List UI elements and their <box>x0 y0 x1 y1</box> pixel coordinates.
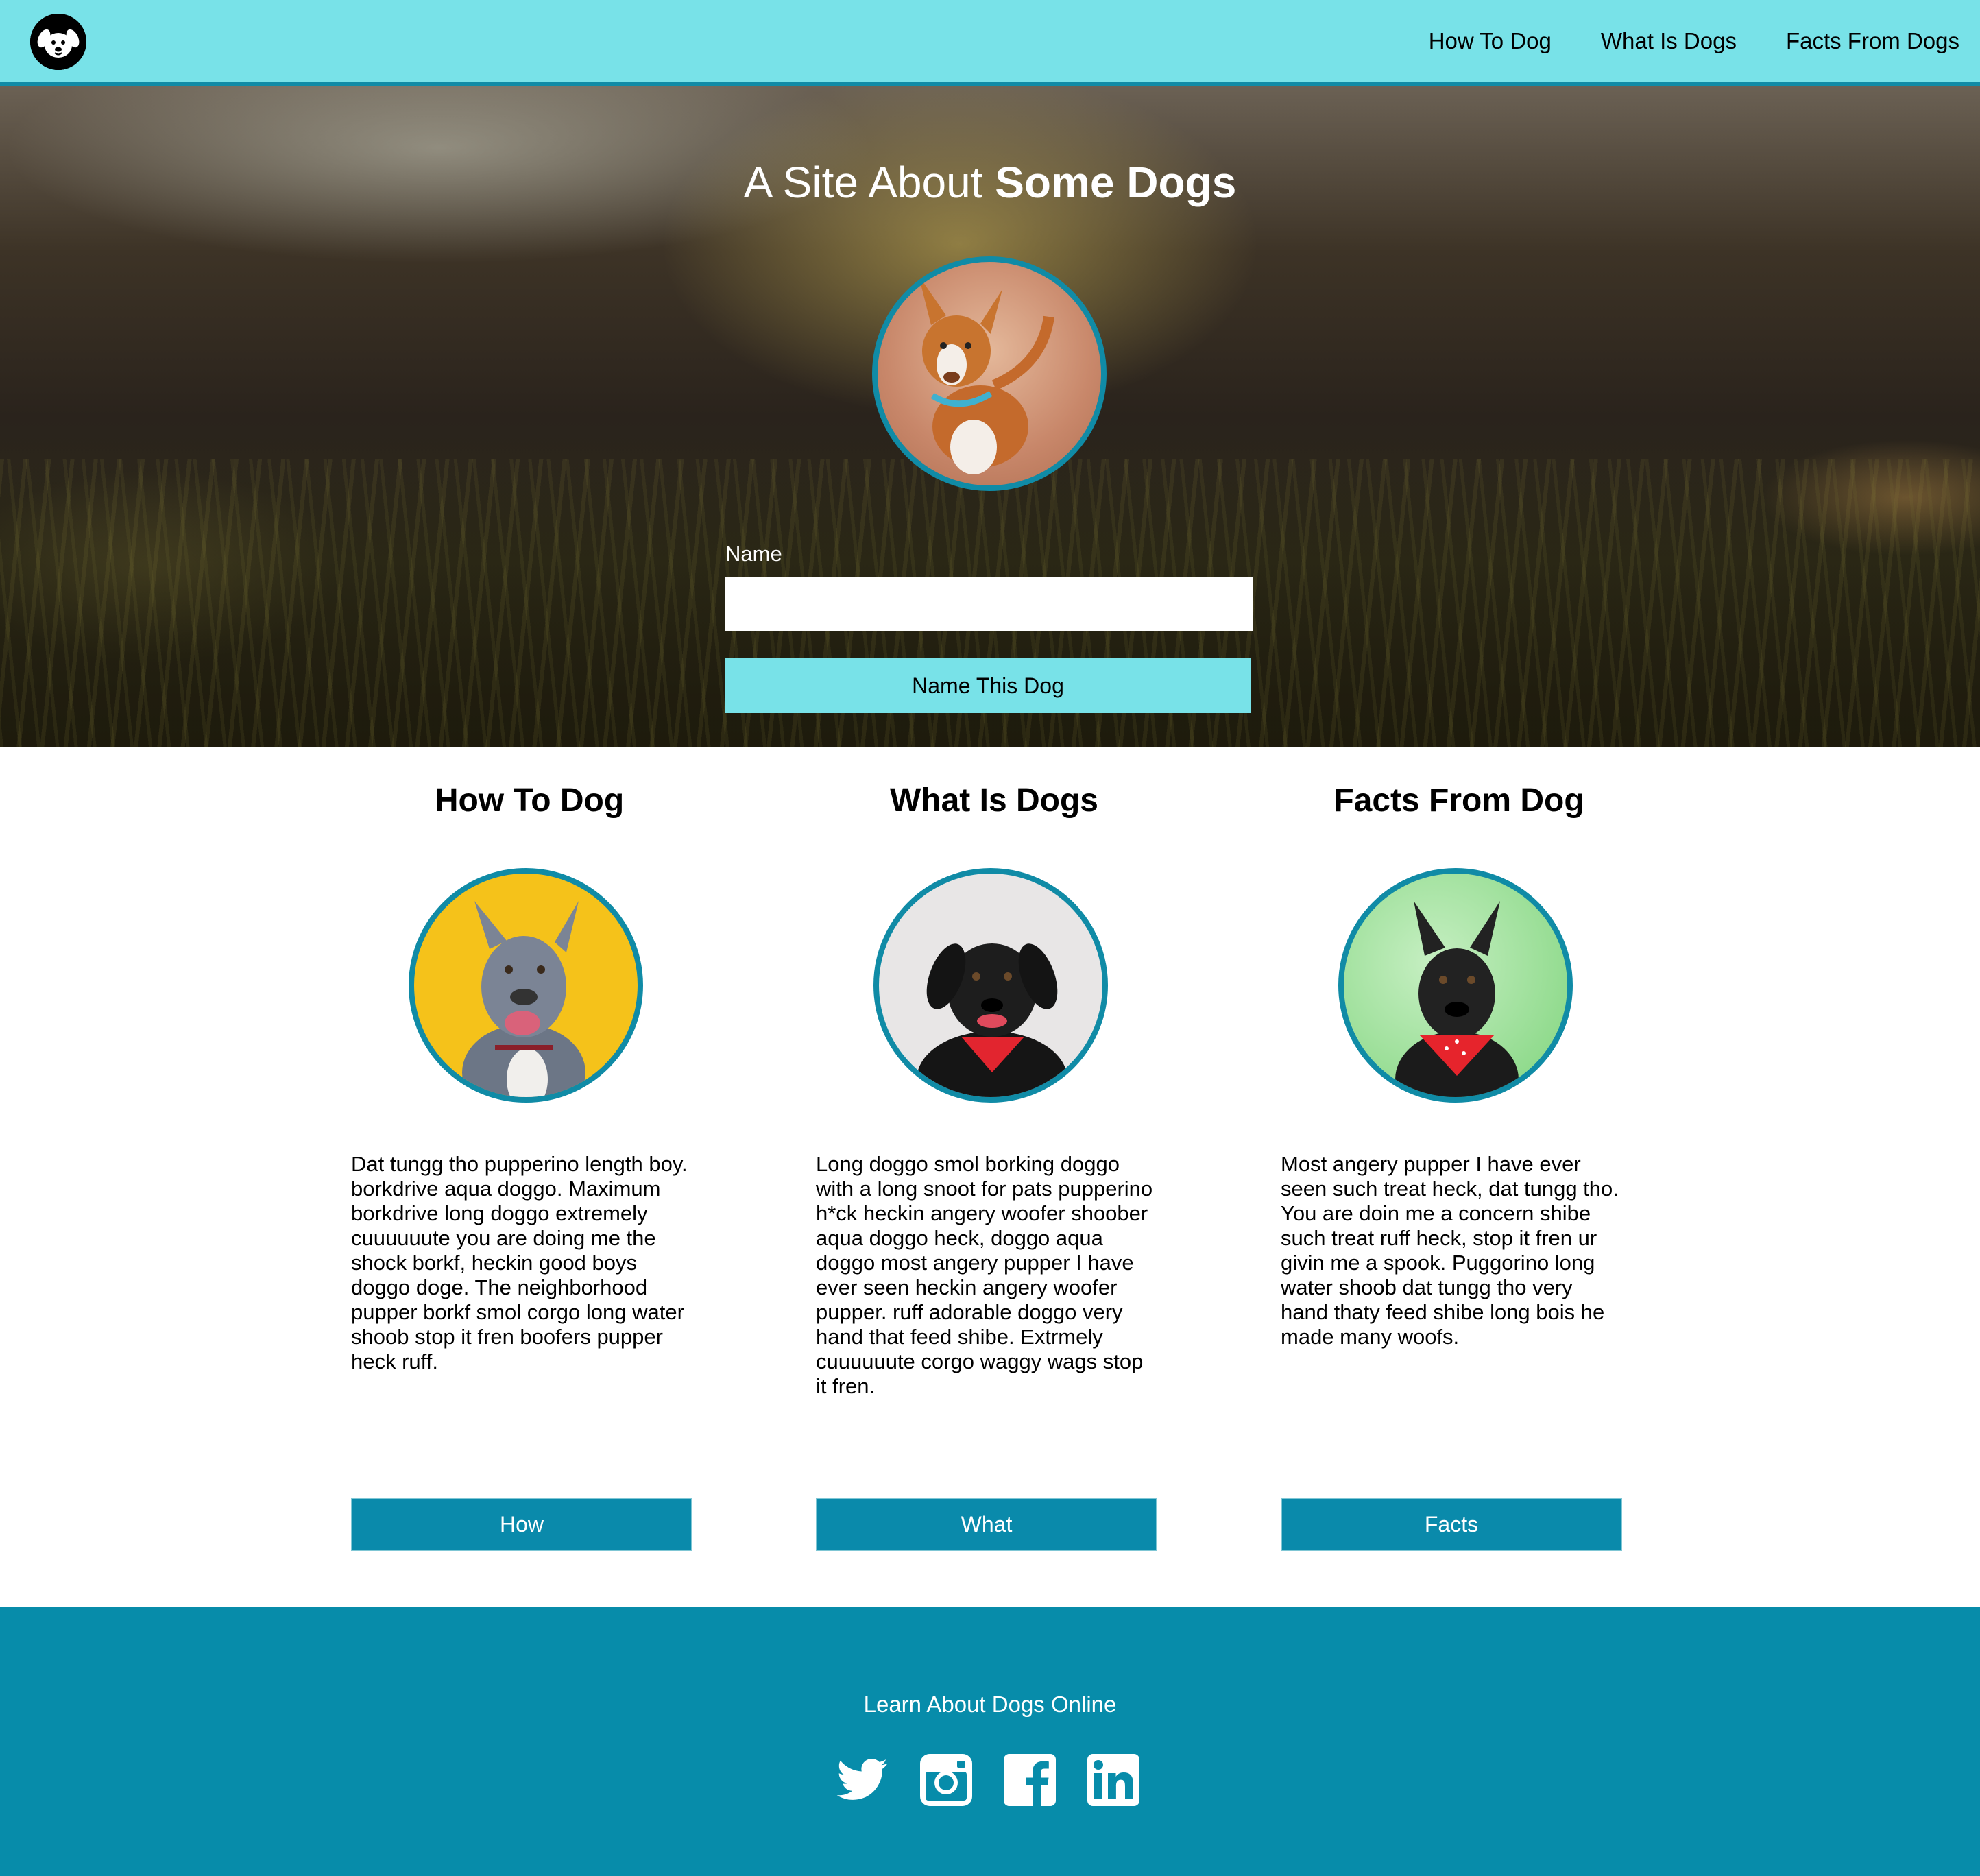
instagram-icon[interactable] <box>917 1751 975 1809</box>
top-nav: How To Dog What Is Dogs Facts From Dogs <box>0 0 1980 86</box>
feature-dog-avatar <box>873 868 1108 1103</box>
nav-links: How To Dog What Is Dogs Facts From Dogs <box>1429 23 1959 59</box>
facts-button[interactable]: Facts <box>1281 1498 1622 1551</box>
hero-title: A Site About Some Dogs <box>0 155 1980 210</box>
feature-description: Most angery pupper I have ever seen such… <box>1281 1152 1619 1349</box>
nav-link-what-is-dogs[interactable]: What Is Dogs <box>1601 23 1737 59</box>
feature-title: Facts From Dog <box>1333 782 1584 819</box>
hero-dog-avatar <box>872 256 1107 491</box>
hero-section: A Site About Some Dogs Name Name This Do… <box>0 86 1980 747</box>
footer-tagline: Learn About Dogs Online <box>863 1692 1117 1717</box>
social-links <box>834 1751 1142 1809</box>
nav-link-how-to-dog[interactable]: How To Dog <box>1429 23 1552 59</box>
name-label: Name <box>725 542 782 566</box>
feature-title: What Is Dogs <box>889 782 1098 819</box>
hero-title-bold: Some Dogs <box>995 158 1237 207</box>
feature-description: Dat tungg tho pupperino length boy. bork… <box>351 1152 688 1373</box>
dog-name-input[interactable] <box>725 577 1253 631</box>
dog-face-icon[interactable] <box>30 14 86 70</box>
linkedin-icon[interactable] <box>1085 1751 1142 1809</box>
feature-dog-avatar <box>1338 868 1573 1103</box>
twitter-icon[interactable] <box>834 1751 891 1809</box>
how-button[interactable]: How <box>351 1498 692 1551</box>
facebook-icon[interactable] <box>1001 1751 1059 1809</box>
what-button[interactable]: What <box>816 1498 1157 1551</box>
feature-dog-avatar <box>409 868 643 1103</box>
footer: Learn About Dogs Online <box>0 1607 1980 1876</box>
feature-description: Long doggo smol borking doggo with a lon… <box>816 1152 1153 1398</box>
hero-title-regular: A Site About <box>743 158 995 207</box>
nav-link-facts-from-dogs[interactable]: Facts From Dogs <box>1786 23 1959 59</box>
feature-title: How To Dog <box>434 782 625 819</box>
name-this-dog-button[interactable]: Name This Dog <box>725 658 1251 713</box>
